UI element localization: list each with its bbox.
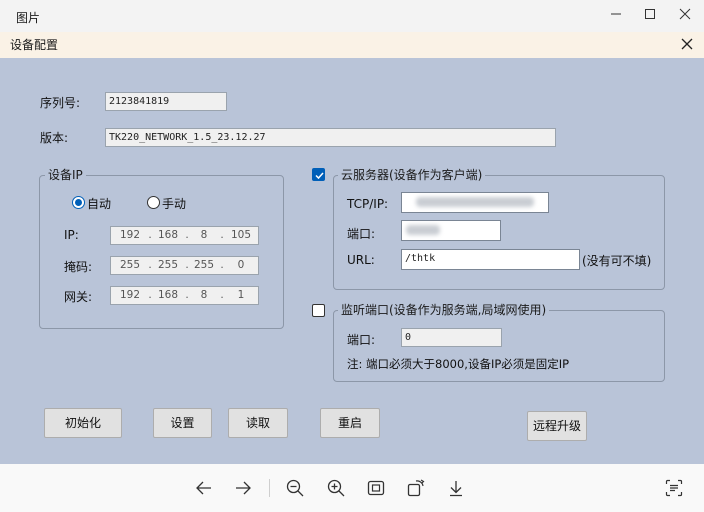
cloud-port-label: 端口: bbox=[347, 227, 376, 241]
restart-button[interactable]: 重启 bbox=[320, 408, 380, 438]
arrow-right-icon[interactable] bbox=[233, 478, 253, 498]
maximize-button[interactable] bbox=[633, 4, 667, 26]
listen-port-input[interactable]: 0 bbox=[401, 328, 502, 347]
dialog-title: 设备配置 bbox=[10, 38, 59, 52]
gateway-octet: 1 bbox=[237, 289, 245, 301]
ip-octet: 192 bbox=[119, 229, 141, 241]
ip-input[interactable]: 192 . 168 . 8 . 105 bbox=[110, 226, 259, 245]
url-input[interactable]: /thtk bbox=[401, 249, 580, 270]
rotate-icon[interactable] bbox=[406, 478, 426, 498]
listen-note: 注: 端口必须大于8000,设备IP必须是固定IP bbox=[347, 357, 570, 371]
init-button[interactable]: 初始化 bbox=[44, 408, 122, 438]
serial-field[interactable]: 2123841819 bbox=[105, 92, 227, 111]
minimize-button[interactable] bbox=[599, 4, 633, 26]
version-label: 版本: bbox=[40, 131, 69, 145]
fit-screen-icon[interactable] bbox=[366, 478, 386, 498]
ip-octet: 168 bbox=[157, 229, 179, 241]
tcp-input[interactable] bbox=[401, 192, 549, 213]
dialog-close-button[interactable] bbox=[678, 35, 696, 53]
minimize-icon bbox=[611, 13, 621, 15]
listen-port-label: 端口: bbox=[347, 333, 376, 347]
zoom-out-icon[interactable] bbox=[285, 478, 305, 498]
auto-label: 自动 bbox=[87, 197, 112, 211]
close-icon bbox=[681, 38, 693, 50]
device-ip-legend: 设备IP bbox=[45, 166, 86, 183]
ocr-icon[interactable] bbox=[664, 478, 684, 498]
ip-label: IP: bbox=[64, 228, 79, 242]
gateway-label: 网关: bbox=[64, 290, 93, 304]
gateway-octet: 192 bbox=[119, 289, 141, 301]
cloud-legend: 云服务器(设备作为客户端) bbox=[338, 166, 486, 183]
window-title: 图片 bbox=[16, 11, 41, 25]
viewer-titlebar: 图片 bbox=[0, 0, 704, 32]
remote-upgrade-button[interactable]: 远程升级 bbox=[527, 411, 587, 441]
redacted-value bbox=[406, 225, 440, 235]
gateway-octet: 168 bbox=[157, 289, 179, 301]
gateway-input[interactable]: 192 . 168 . 8 . 1 bbox=[110, 286, 259, 305]
listen-checkbox[interactable] bbox=[312, 304, 325, 317]
toolbar-divider bbox=[269, 479, 270, 497]
redacted-value bbox=[416, 197, 534, 207]
mask-octet: 0 bbox=[237, 259, 245, 271]
read-button[interactable]: 读取 bbox=[228, 408, 288, 438]
listen-legend: 监听端口(设备作为服务端,局域网使用) bbox=[338, 301, 550, 318]
cloud-port-input[interactable] bbox=[401, 220, 501, 241]
set-button[interactable]: 设置 bbox=[153, 408, 212, 438]
mask-label: 掩码: bbox=[64, 260, 93, 274]
mask-octet: 255 bbox=[119, 259, 141, 271]
mask-input[interactable]: 255 . 255 . 255 . 0 bbox=[110, 256, 259, 275]
version-field[interactable]: TK220_NETWORK_1.5_23.12.27 bbox=[105, 128, 556, 147]
dialog-titlebar: 设备配置 bbox=[0, 32, 704, 58]
manual-label: 手动 bbox=[162, 197, 187, 211]
close-icon bbox=[679, 8, 691, 20]
cloud-checkbox[interactable] bbox=[312, 168, 325, 181]
device-config-dialog: 设备配置 序列号: 2123841819 版本: TK220_NETWORK_1… bbox=[0, 32, 704, 464]
mask-octet: 255 bbox=[193, 259, 215, 271]
download-icon[interactable] bbox=[446, 478, 466, 498]
mask-octet: 255 bbox=[157, 259, 179, 271]
serial-label: 序列号: bbox=[40, 96, 81, 110]
zoom-in-icon[interactable] bbox=[326, 478, 346, 498]
url-hint: (没有可不填) bbox=[582, 254, 652, 268]
ip-octet: 8 bbox=[200, 229, 208, 241]
auto-radio[interactable] bbox=[72, 196, 85, 209]
url-label: URL: bbox=[347, 253, 375, 267]
manual-radio[interactable] bbox=[147, 196, 160, 209]
viewer-toolbar bbox=[0, 464, 704, 512]
gateway-octet: 8 bbox=[200, 289, 208, 301]
close-window-button[interactable] bbox=[668, 4, 702, 26]
ip-octet: 105 bbox=[230, 229, 252, 241]
arrow-left-icon[interactable] bbox=[194, 478, 214, 498]
tcp-label: TCP/IP: bbox=[347, 197, 389, 211]
maximize-icon bbox=[645, 9, 655, 19]
checkmark-icon bbox=[315, 172, 324, 180]
